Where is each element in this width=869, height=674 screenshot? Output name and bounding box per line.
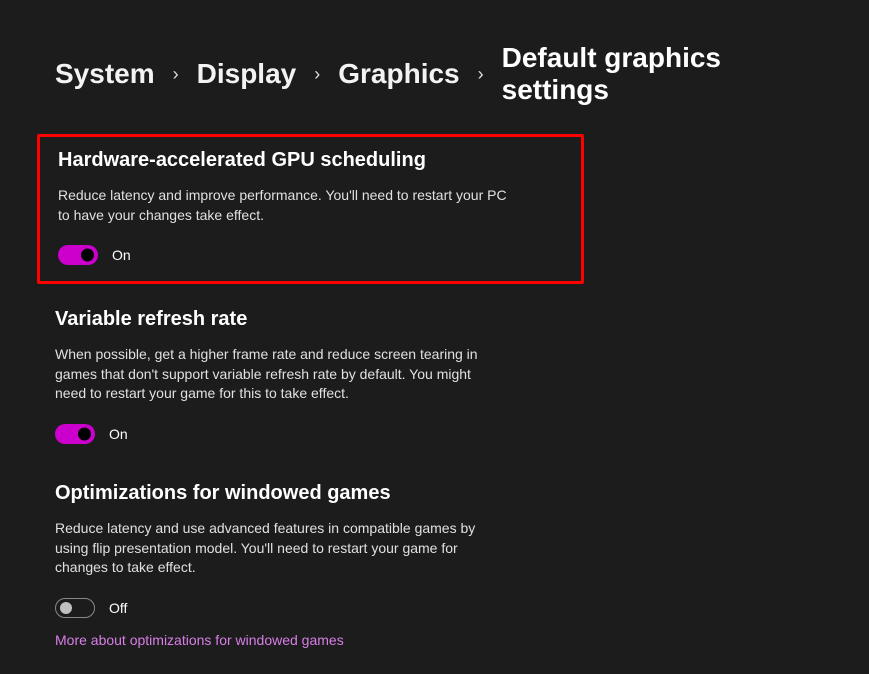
- toggle-row: Off: [55, 598, 814, 618]
- toggle-state-label: On: [112, 247, 131, 263]
- toggle-row: On: [58, 245, 563, 265]
- section-description: Reduce latency and improve performance. …: [58, 186, 508, 225]
- chevron-right-icon: ›: [314, 64, 320, 85]
- breadcrumb-display[interactable]: Display: [197, 58, 297, 90]
- chevron-right-icon: ›: [173, 64, 179, 85]
- toggle-state-label: On: [109, 426, 128, 442]
- toggle-state-label: Off: [109, 600, 127, 616]
- toggle-row: On: [55, 424, 814, 444]
- section-title: Hardware-accelerated GPU scheduling: [58, 149, 563, 172]
- section-variable-refresh-rate: Variable refresh rate When possible, get…: [55, 294, 814, 468]
- toggle-knob-icon: [81, 249, 94, 262]
- vrr-toggle[interactable]: [55, 424, 95, 444]
- breadcrumb-graphics[interactable]: Graphics: [338, 58, 459, 90]
- toggle-knob-icon: [78, 427, 91, 440]
- more-about-windowed-link[interactable]: More about optimizations for windowed ga…: [55, 632, 344, 648]
- section-title: Optimizations for windowed games: [55, 482, 814, 505]
- chevron-right-icon: ›: [478, 64, 484, 85]
- windowed-optimizations-toggle[interactable]: [55, 598, 95, 618]
- section-gpu-scheduling: Hardware-accelerated GPU scheduling Redu…: [37, 134, 584, 284]
- breadcrumb-current: Default graphics settings: [502, 42, 814, 106]
- settings-content: System › Display › Graphics › Default gr…: [0, 0, 869, 674]
- breadcrumb-system[interactable]: System: [55, 58, 155, 90]
- section-windowed-optimizations: Optimizations for windowed games Reduce …: [55, 468, 814, 674]
- section-description: Reduce latency and use advanced features…: [55, 519, 505, 578]
- gpu-scheduling-toggle[interactable]: [58, 245, 98, 265]
- section-description: When possible, get a higher frame rate a…: [55, 345, 505, 404]
- breadcrumb: System › Display › Graphics › Default gr…: [55, 42, 814, 106]
- section-title: Variable refresh rate: [55, 308, 814, 331]
